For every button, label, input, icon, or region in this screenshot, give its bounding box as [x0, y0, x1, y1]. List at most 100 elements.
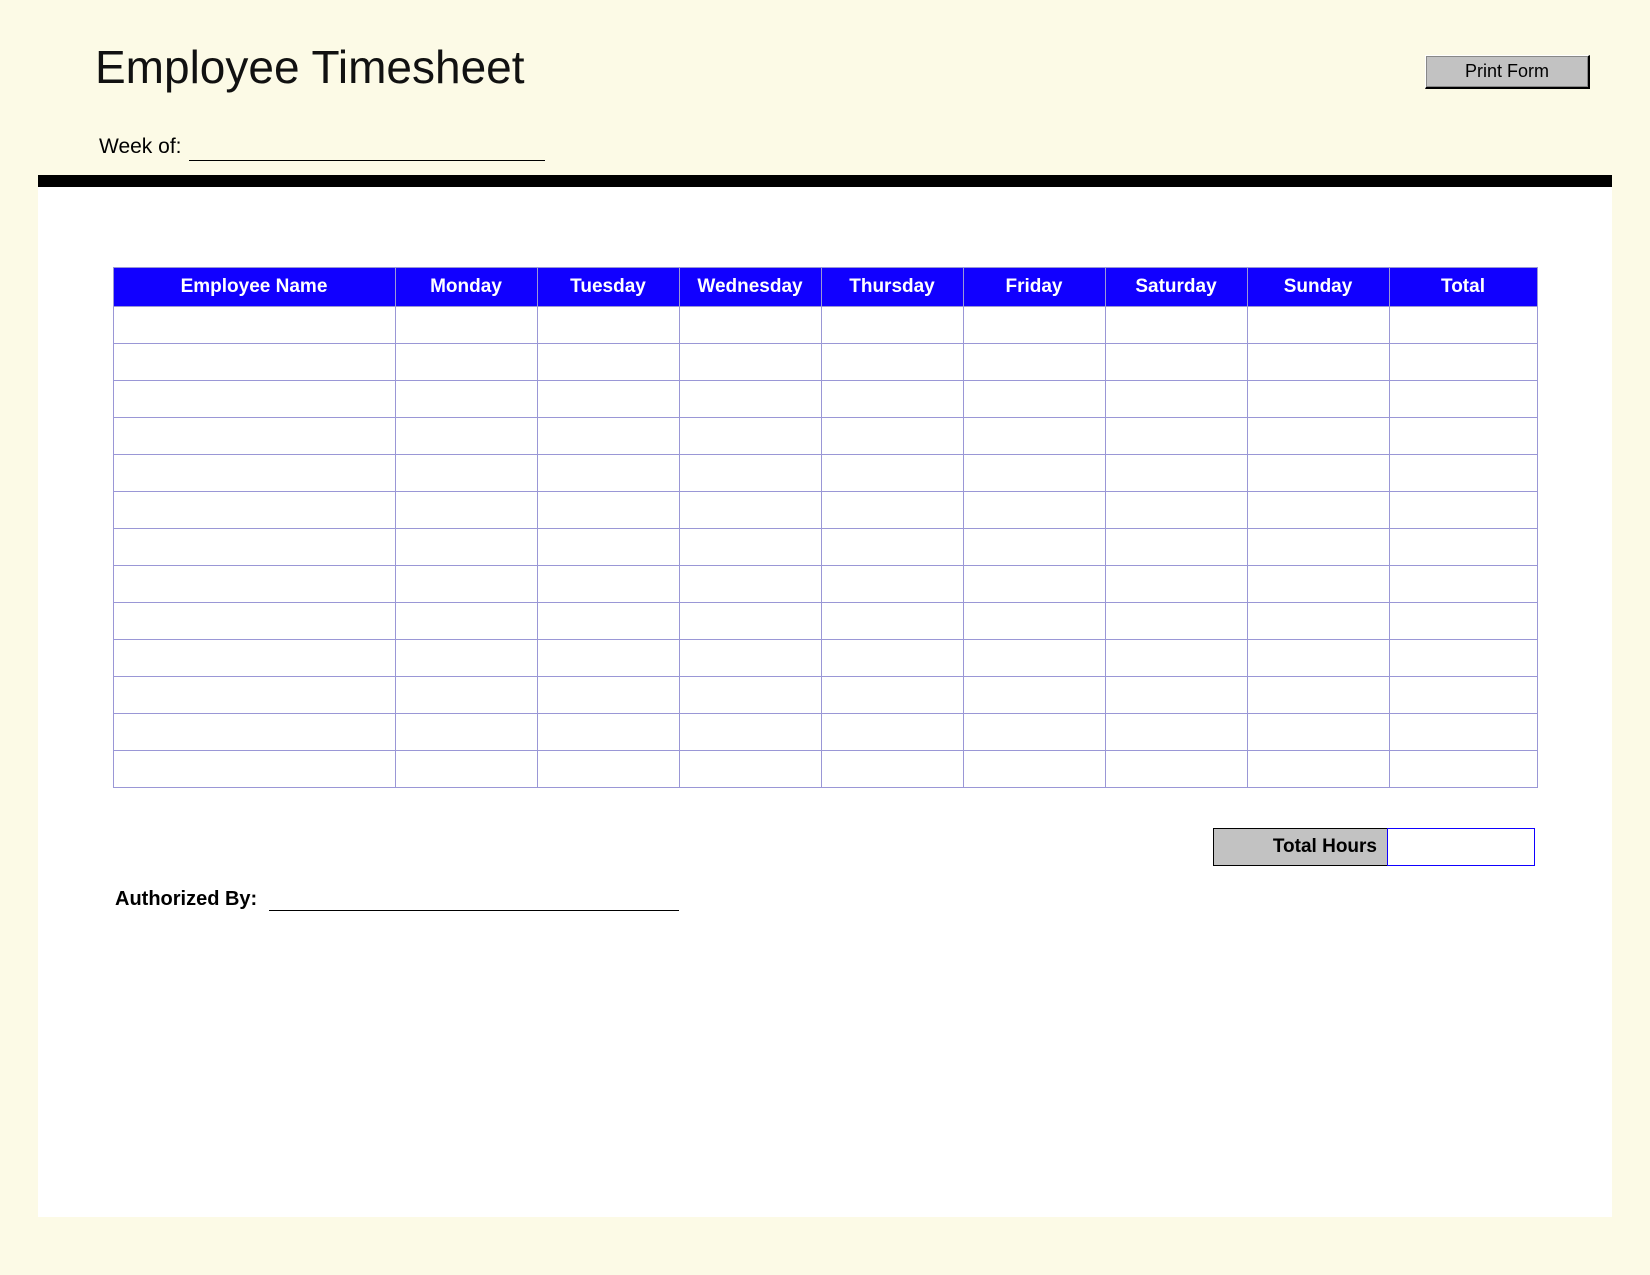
- cell[interactable]: [1389, 307, 1537, 344]
- cell[interactable]: [1105, 603, 1247, 640]
- cell[interactable]: [821, 751, 963, 788]
- cell[interactable]: [679, 566, 821, 603]
- cell[interactable]: [113, 751, 395, 788]
- cell[interactable]: [1247, 529, 1389, 566]
- cell[interactable]: [1105, 455, 1247, 492]
- cell[interactable]: [679, 492, 821, 529]
- cell[interactable]: [963, 566, 1105, 603]
- cell[interactable]: [1247, 418, 1389, 455]
- cell[interactable]: [395, 751, 537, 788]
- cell[interactable]: [1389, 751, 1537, 788]
- cell[interactable]: [395, 566, 537, 603]
- cell[interactable]: [679, 307, 821, 344]
- cell[interactable]: [821, 640, 963, 677]
- cell[interactable]: [113, 307, 395, 344]
- cell[interactable]: [1389, 714, 1537, 751]
- cell[interactable]: [821, 455, 963, 492]
- cell[interactable]: [1247, 307, 1389, 344]
- cell[interactable]: [537, 418, 679, 455]
- cell[interactable]: [113, 418, 395, 455]
- cell[interactable]: [821, 381, 963, 418]
- cell[interactable]: [1105, 751, 1247, 788]
- cell[interactable]: [537, 714, 679, 751]
- cell[interactable]: [679, 455, 821, 492]
- cell[interactable]: [113, 566, 395, 603]
- cell[interactable]: [963, 677, 1105, 714]
- cell[interactable]: [1389, 492, 1537, 529]
- cell[interactable]: [395, 603, 537, 640]
- cell[interactable]: [1389, 566, 1537, 603]
- cell[interactable]: [821, 418, 963, 455]
- total-hours-value[interactable]: [1387, 828, 1535, 866]
- cell[interactable]: [1247, 492, 1389, 529]
- cell[interactable]: [821, 677, 963, 714]
- cell[interactable]: [537, 455, 679, 492]
- cell[interactable]: [821, 492, 963, 529]
- cell[interactable]: [679, 677, 821, 714]
- cell[interactable]: [963, 640, 1105, 677]
- cell[interactable]: [1247, 714, 1389, 751]
- cell[interactable]: [963, 492, 1105, 529]
- cell[interactable]: [113, 492, 395, 529]
- cell[interactable]: [1105, 529, 1247, 566]
- cell[interactable]: [1247, 677, 1389, 714]
- cell[interactable]: [1389, 603, 1537, 640]
- cell[interactable]: [395, 307, 537, 344]
- cell[interactable]: [113, 529, 395, 566]
- cell[interactable]: [963, 307, 1105, 344]
- cell[interactable]: [963, 381, 1105, 418]
- cell[interactable]: [395, 381, 537, 418]
- cell[interactable]: [113, 677, 395, 714]
- print-form-button[interactable]: Print Form: [1425, 55, 1590, 89]
- cell[interactable]: [1105, 381, 1247, 418]
- cell[interactable]: [963, 714, 1105, 751]
- cell[interactable]: [395, 714, 537, 751]
- cell[interactable]: [963, 603, 1105, 640]
- cell[interactable]: [113, 344, 395, 381]
- cell[interactable]: [1105, 307, 1247, 344]
- cell[interactable]: [113, 603, 395, 640]
- cell[interactable]: [1105, 714, 1247, 751]
- cell[interactable]: [963, 455, 1105, 492]
- cell[interactable]: [537, 751, 679, 788]
- cell[interactable]: [679, 603, 821, 640]
- authorized-by-input-line[interactable]: [269, 910, 679, 911]
- cell[interactable]: [395, 640, 537, 677]
- week-of-input-line[interactable]: [189, 160, 545, 161]
- cell[interactable]: [395, 344, 537, 381]
- cell[interactable]: [1389, 418, 1537, 455]
- cell[interactable]: [537, 307, 679, 344]
- cell[interactable]: [113, 455, 395, 492]
- cell[interactable]: [395, 677, 537, 714]
- cell[interactable]: [1247, 566, 1389, 603]
- cell[interactable]: [1389, 344, 1537, 381]
- cell[interactable]: [679, 529, 821, 566]
- cell[interactable]: [1247, 344, 1389, 381]
- cell[interactable]: [537, 492, 679, 529]
- cell[interactable]: [537, 677, 679, 714]
- cell[interactable]: [1389, 455, 1537, 492]
- cell[interactable]: [1247, 751, 1389, 788]
- cell[interactable]: [1389, 640, 1537, 677]
- cell[interactable]: [963, 529, 1105, 566]
- cell[interactable]: [1105, 566, 1247, 603]
- cell[interactable]: [537, 603, 679, 640]
- cell[interactable]: [963, 751, 1105, 788]
- cell[interactable]: [113, 640, 395, 677]
- cell[interactable]: [537, 529, 679, 566]
- cell[interactable]: [537, 381, 679, 418]
- cell[interactable]: [679, 344, 821, 381]
- cell[interactable]: [537, 640, 679, 677]
- cell[interactable]: [537, 566, 679, 603]
- cell[interactable]: [821, 529, 963, 566]
- cell[interactable]: [963, 418, 1105, 455]
- cell[interactable]: [1247, 640, 1389, 677]
- cell[interactable]: [1247, 603, 1389, 640]
- cell[interactable]: [1389, 677, 1537, 714]
- cell[interactable]: [963, 344, 1105, 381]
- cell[interactable]: [679, 381, 821, 418]
- cell[interactable]: [1247, 381, 1389, 418]
- cell[interactable]: [395, 418, 537, 455]
- cell[interactable]: [821, 344, 963, 381]
- cell[interactable]: [821, 714, 963, 751]
